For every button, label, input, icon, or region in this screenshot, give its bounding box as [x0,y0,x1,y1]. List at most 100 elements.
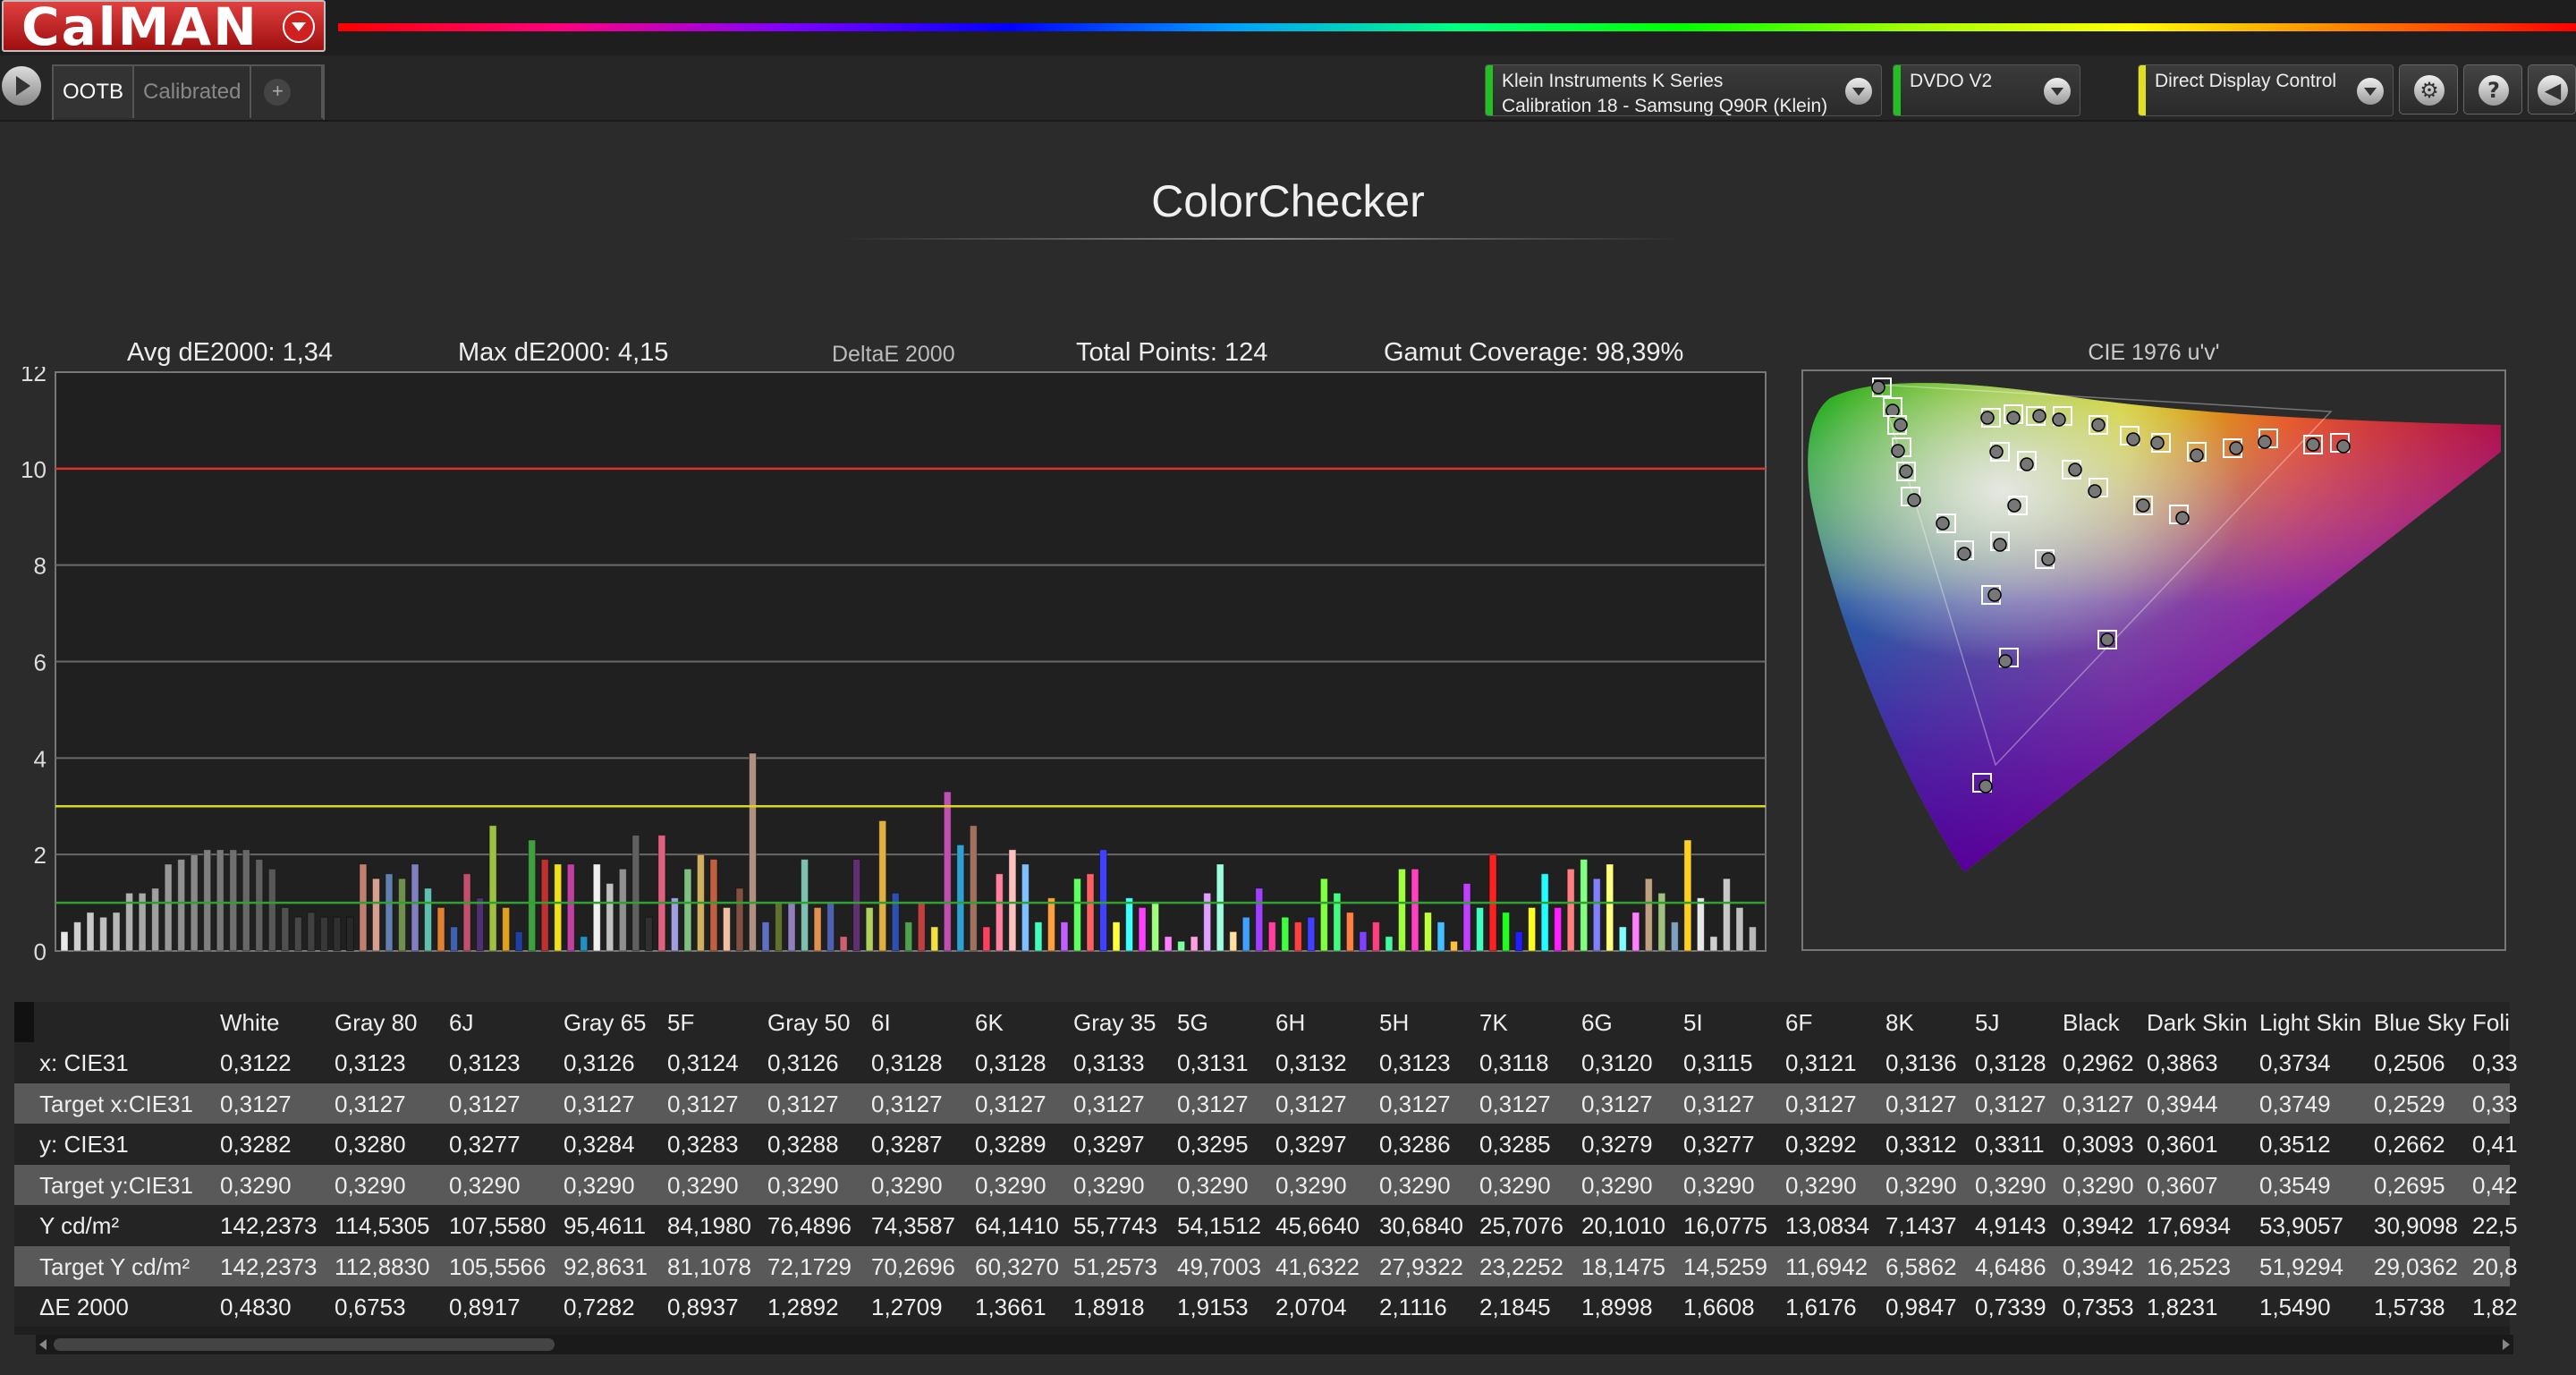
chevron-down-icon[interactable] [2044,78,2071,105]
table-cell: 55,7743 [1073,1212,1157,1239]
column-header[interactable]: 6K [975,1009,1004,1037]
settings-button[interactable]: ⚙ [2399,64,2458,115]
row-selector[interactable] [14,1002,34,1042]
column-header[interactable]: 5I [1683,1009,1703,1037]
column-header[interactable]: 6F [1785,1009,1812,1037]
chevron-left-icon: ◀ [2538,75,2568,106]
meter-selector[interactable]: Klein Instruments K Series Calibration 1… [1485,64,1882,116]
table-cell: 0,3290 [564,1171,635,1199]
help-button[interactable]: ? [2463,64,2522,115]
table-cell: 60,3270 [975,1252,1059,1280]
measured-point [1993,538,2007,552]
table-cell: 51,2573 [1073,1252,1157,1280]
table-cell: 20,1010 [1581,1212,1665,1239]
measured-point [1989,445,2004,459]
table-cell: 0,3127 [1073,1090,1145,1117]
column-header[interactable]: 8K [1885,1009,1914,1037]
play-icon[interactable] [2,66,41,106]
table-cell: 0,3286 [1379,1131,1451,1158]
column-header[interactable]: 6G [1581,1009,1613,1037]
data-bar [1683,839,1692,952]
data-bar [1450,940,1459,952]
column-header[interactable]: Gray 35 [1073,1009,1157,1037]
scroll-left-icon[interactable] [39,1339,47,1350]
data-bar [943,791,952,952]
tab-ootb[interactable]: OOTB [54,66,135,118]
column-header[interactable]: White [220,1009,279,1037]
column-header[interactable]: Blue Sky [2374,1009,2466,1037]
table-row: ΔE 2000 0,4830 0,6753 0,8917 0,7282 0,8937 1,2… [14,1286,2518,1327]
table-cell: 2,1116 [1379,1294,1447,1320]
table-cell: 0,3131 [1177,1049,1249,1076]
data-bar [735,887,744,952]
data-bar [1151,902,1160,952]
chevron-down-icon[interactable] [2357,78,2384,105]
data-bar [1618,926,1627,952]
data-bar [1554,906,1563,952]
table-cell: 0,3290 [667,1171,739,1199]
table-cell: 27,9322 [1379,1252,1463,1280]
data-bar [1267,921,1276,952]
table-cell: 22,5 [2472,1212,2518,1239]
table-cell: 112,8830 [335,1252,430,1280]
column-header[interactable]: 5F [667,1009,694,1037]
data-bar [982,926,991,952]
help-icon: ? [2479,75,2509,106]
column-header[interactable]: Gray 50 [767,1009,851,1037]
tab-calibrated[interactable]: Calibrated [134,66,252,118]
column-header[interactable]: Gray 80 [335,1009,418,1037]
column-header[interactable]: 5H [1379,1009,1409,1037]
data-bar [151,887,160,952]
chevron-down-icon[interactable] [1845,78,1872,105]
measured-point [2041,552,2055,566]
table-cell: 0,3123 [335,1049,406,1076]
column-header[interactable]: Dark Skin [2147,1009,2248,1037]
measured-point [1936,516,1950,530]
table-cell: 0,7339 [1975,1294,2046,1320]
cie-diagram [1808,378,2501,872]
table-cell: 92,8631 [564,1252,648,1280]
data-bar [216,849,225,952]
table-cell: 0,2695 [2374,1171,2445,1199]
table-cell: 0,3115 [1683,1049,1753,1076]
column-header[interactable]: Black [2063,1009,2120,1037]
column-header[interactable]: Light Skin [2259,1009,2361,1037]
table-cell: 1,8231 [2147,1294,2218,1320]
table-row: Y cd/m² 142,2373 114,5305 107,5580 95,4611 84… [14,1205,2518,1245]
generator-status-bar [1894,65,1901,115]
measured-point [2258,435,2272,449]
data-bar [969,825,978,952]
table-cell: 0,3127 [1683,1090,1755,1117]
table-cell: 0,3292 [1785,1131,1857,1158]
add-tab-button[interactable]: + [251,66,324,118]
table-cell: 0,8937 [667,1294,739,1320]
column-header[interactable]: 5J [1975,1009,1999,1037]
column-header[interactable]: Gray 65 [564,1009,647,1037]
column-header[interactable]: 6H [1275,1009,1305,1037]
collapse-panel-button[interactable]: ◀ [2528,64,2576,115]
table-cell: 105,5566 [449,1252,547,1280]
column-header[interactable]: 7K [1479,1009,1508,1037]
row-label: Target Y cd/m² [39,1252,191,1280]
table-cell: 16,2523 [2147,1252,2231,1280]
data-bar [904,921,913,952]
column-header[interactable]: 6J [449,1009,473,1037]
table-cell: 0,33 [2472,1049,2518,1076]
column-header[interactable]: 6I [871,1009,891,1037]
scroll-right-icon[interactable] [2503,1339,2510,1350]
chevron-down-icon[interactable] [283,11,315,43]
table-cell: 0,3127 [1975,1090,2046,1117]
data-bar [1462,883,1471,952]
table-cell: 6,5862 [1885,1252,1957,1280]
table-scrollbar[interactable] [36,1335,2513,1354]
pattern-generator-selector[interactable]: DVDO V2 [1893,64,2080,116]
display-control-selector[interactable]: Direct Display Control [2138,64,2394,116]
data-bar [1190,936,1199,952]
data-bar [813,906,822,952]
calman-logo-button[interactable]: CalMAN [2,0,326,57]
table-cell: 0,3288 [767,1131,839,1158]
scrollbar-thumb[interactable] [54,1338,555,1351]
column-header[interactable]: Foli [2472,1009,2510,1037]
column-header[interactable]: 5G [1177,1009,1208,1037]
y-tick-label: 0 [34,938,47,965]
